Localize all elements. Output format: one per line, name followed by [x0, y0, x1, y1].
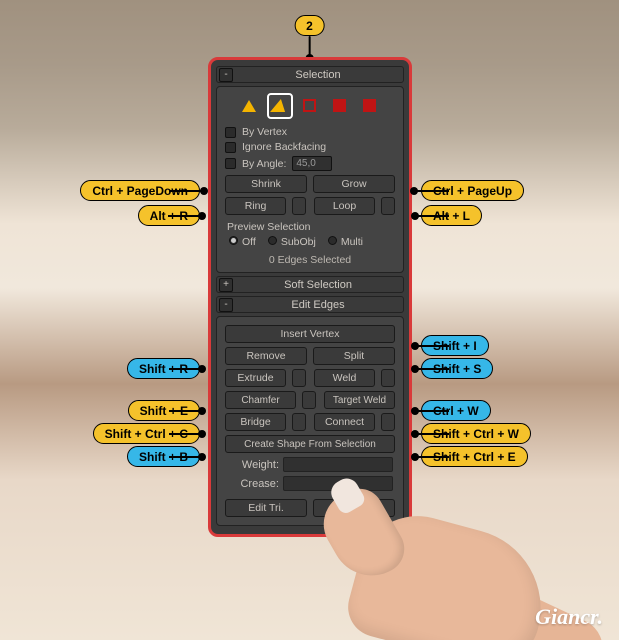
lead-line — [169, 190, 204, 192]
lead-line — [168, 215, 202, 217]
by-angle-spinner[interactable]: 45,0 — [292, 156, 332, 171]
ignore-backfacing-row[interactable]: Ignore Backfacing — [225, 141, 395, 153]
rollout-header-editedges[interactable]: - Edit Edges — [216, 296, 404, 313]
rollout-header-softselection[interactable]: + Soft Selection — [216, 276, 404, 293]
shrink-button[interactable]: Shrink — [225, 175, 307, 193]
lead-line — [415, 368, 449, 370]
watermark: Giancr. — [535, 604, 603, 630]
by-angle-label: By Angle: — [242, 158, 286, 170]
element-mode-icon[interactable] — [359, 95, 381, 117]
selection-rollout-body: By Vertex Ignore Backfacing By Angle: 45… — [216, 86, 404, 273]
rollout-toggle[interactable]: - — [219, 68, 233, 82]
preview-off-radio[interactable] — [229, 236, 238, 245]
weld-button[interactable]: Weld — [314, 369, 375, 387]
bridge-button[interactable]: Bridge — [225, 413, 286, 431]
preview-multi-radio[interactable] — [328, 236, 337, 245]
insert-vertex-button[interactable]: Insert Vertex — [225, 325, 395, 343]
lead-line — [169, 433, 202, 435]
preview-selection-label: Preview Selection — [227, 221, 393, 233]
target-weld-button[interactable]: Target Weld — [324, 391, 395, 409]
edit-tri-button[interactable]: Edit Tri. — [225, 499, 307, 517]
lead-line — [415, 456, 449, 458]
lead-line — [414, 190, 449, 192]
lead-line — [415, 433, 449, 435]
lead-line — [169, 410, 202, 412]
crease-label: Crease: — [227, 478, 279, 490]
top-shortcut-key: 2 — [294, 15, 325, 36]
by-angle-checkbox[interactable] — [225, 158, 236, 169]
rollout-toggle[interactable]: - — [219, 298, 233, 312]
ring-spinner[interactable] — [292, 197, 306, 215]
bridge-settings-button[interactable] — [292, 413, 306, 431]
chamfer-settings-button[interactable] — [302, 391, 316, 409]
split-button[interactable]: Split — [313, 347, 395, 365]
loop-spinner[interactable] — [381, 197, 395, 215]
ignore-backfacing-label: Ignore Backfacing — [242, 141, 326, 153]
border-mode-icon[interactable] — [299, 95, 321, 117]
preview-subobj-radio[interactable] — [268, 236, 277, 245]
extrude-settings-button[interactable] — [292, 369, 306, 387]
rollout-title: Soft Selection — [233, 279, 403, 291]
lead-line — [415, 215, 449, 217]
edge-mode-icon[interactable] — [269, 95, 291, 117]
preview-multi-label: Multi — [341, 236, 363, 248]
ignore-backfacing-checkbox[interactable] — [225, 142, 236, 153]
rollout-toggle[interactable]: + — [219, 278, 233, 292]
subobject-mode-row — [221, 91, 399, 123]
lead-line — [169, 368, 202, 370]
lead-line — [415, 345, 449, 347]
lead-line — [415, 410, 449, 412]
turn-button[interactable]: Turn — [313, 499, 395, 517]
extrude-button[interactable]: Extrude — [225, 369, 286, 387]
edit-edges-rollout-body: Insert Vertex Remove Split Extrude Weld … — [216, 316, 404, 526]
by-vertex-row[interactable]: By Vertex — [225, 126, 395, 138]
lead-line — [169, 456, 202, 458]
by-angle-row[interactable]: By Angle: 45,0 — [225, 156, 395, 171]
loop-button[interactable]: Loop — [314, 197, 375, 215]
rollout-title: Edit Edges — [233, 299, 403, 311]
preview-off-label: Off — [242, 236, 256, 248]
vertex-mode-icon[interactable] — [239, 95, 261, 117]
crease-spinner[interactable] — [283, 476, 393, 491]
ring-button[interactable]: Ring — [225, 197, 286, 215]
by-vertex-checkbox[interactable] — [225, 127, 236, 138]
weight-label: Weight: — [227, 459, 279, 471]
by-vertex-label: By Vertex — [242, 126, 287, 138]
grow-button[interactable]: Grow — [313, 175, 395, 193]
polygon-mode-icon[interactable] — [329, 95, 351, 117]
rollout-title: Selection — [233, 69, 403, 81]
chamfer-button[interactable]: Chamfer — [225, 391, 296, 409]
rollout-header-selection[interactable]: - Selection — [216, 66, 404, 83]
remove-button[interactable]: Remove — [225, 347, 307, 365]
preview-subobj-label: SubObj — [281, 236, 316, 248]
connect-button[interactable]: Connect — [314, 413, 375, 431]
create-shape-button[interactable]: Create Shape From Selection — [225, 435, 395, 453]
connect-settings-button[interactable] — [381, 413, 395, 431]
weld-settings-button[interactable] — [381, 369, 395, 387]
weight-spinner[interactable] — [283, 457, 393, 472]
command-panel: - Selection By Vertex Ignore Backfacing … — [208, 57, 412, 537]
selection-status: 0 Edges Selected — [221, 254, 399, 266]
preview-selection-radios: Off SubObj Multi — [229, 236, 391, 248]
